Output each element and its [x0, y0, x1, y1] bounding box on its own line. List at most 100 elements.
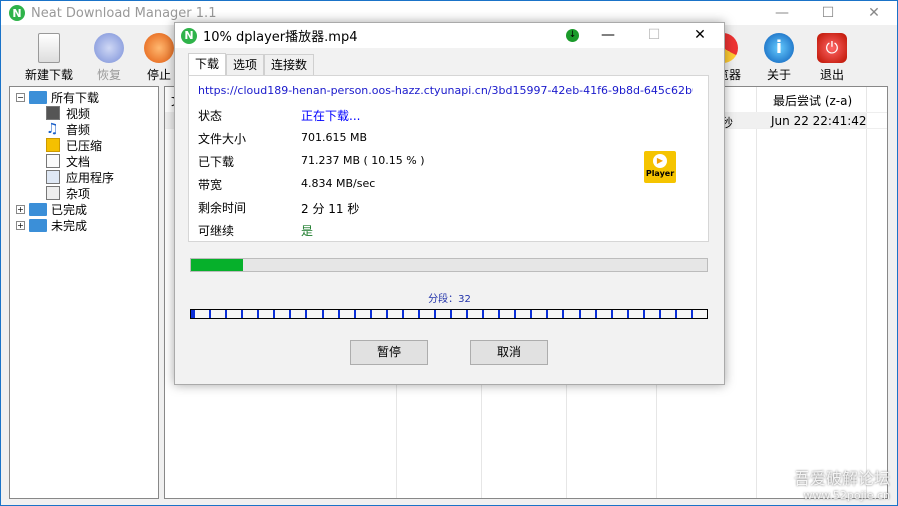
size-label: 文件大小 [198, 132, 247, 146]
resume-button[interactable]: 恢复 [81, 29, 137, 83]
tab-connections[interactable]: 连接数 [264, 54, 315, 76]
tree-all-downloads[interactable]: − 所有下载 [16, 89, 99, 105]
about-button[interactable]: i 关于 [751, 29, 807, 83]
tree-applications[interactable]: 应用程序 [46, 169, 114, 185]
bandwidth-label: 带宽 [198, 178, 223, 192]
watermark: 吾爱破解论坛 www.52pojie.cn [794, 465, 890, 502]
tree-completed[interactable]: + 已完成 [16, 201, 87, 217]
segment [433, 310, 450, 318]
progress-fill [191, 259, 244, 271]
download-progress-dialog: N 10% dplayer播放器.mp4 ↓ — ☐ ✕ 下载 选项 连接数 h… [174, 22, 725, 385]
segment [626, 310, 643, 318]
folder-icon [29, 202, 47, 216]
power-icon: ⏻ [817, 33, 847, 63]
segment [289, 310, 305, 318]
dialog-close-button[interactable]: ✕ [677, 23, 723, 47]
minimize-button[interactable]: — [759, 1, 805, 25]
downloaded-label: 已下载 [198, 155, 235, 169]
dialog-minimize-button[interactable]: — [585, 23, 631, 47]
tree-video[interactable]: 视频 [46, 105, 90, 121]
resumable-label: 可继续 [198, 224, 235, 238]
music-icon: ♫ [46, 121, 59, 137]
misc-icon [46, 186, 60, 200]
segment [257, 310, 273, 318]
cancel-button[interactable]: 取消 [470, 340, 548, 365]
exit-label: 退出 [819, 68, 844, 82]
segment [674, 310, 691, 318]
new-download-button[interactable]: 新建下载 [21, 29, 77, 83]
segment [514, 310, 530, 318]
bandwidth-value: 4.834 MB/sec [301, 177, 376, 190]
tree-audio[interactable]: ♫ 音频 [46, 121, 90, 137]
tree-label: 杂项 [66, 186, 91, 201]
tree-documents[interactable]: 文档 [46, 153, 90, 169]
segment [385, 310, 402, 318]
player-label: Player [645, 169, 675, 178]
segments-label: 分段：32 [428, 294, 471, 305]
category-tree: − 所有下载 视频 ♫ 音频 已压缩 文档 应用程序 杂项 + 已完成 + 未完成 [9, 86, 159, 499]
segment [241, 310, 257, 318]
tree-misc[interactable]: 杂项 [46, 185, 90, 201]
about-label: 关于 [766, 68, 791, 82]
tree-label: 已压缩 [66, 138, 103, 153]
segment [450, 310, 466, 318]
segment [530, 310, 546, 318]
dialog-tabs: 下载 选项 连接数 [188, 53, 315, 76]
segment [417, 310, 434, 318]
expand-icon[interactable]: + [16, 204, 25, 214]
tree-incomplete[interactable]: + 未完成 [16, 217, 87, 233]
segment [191, 310, 209, 318]
segments-bar [190, 309, 708, 319]
player-button[interactable]: ▶ Player [644, 151, 676, 183]
segment [562, 310, 578, 318]
segment [482, 310, 498, 318]
dialog-title-bar: N 10% dplayer播放器.mp4 ↓ — ☐ ✕ [175, 23, 724, 48]
app-title: Neat Download Manager 1.1 [31, 5, 217, 21]
collapse-icon[interactable]: − [16, 92, 25, 102]
download-progress-bar [190, 258, 708, 272]
tab-options[interactable]: 选项 [226, 54, 265, 76]
dialog-title: 10% dplayer播放器.mp4 [203, 30, 358, 45]
segment [594, 310, 611, 318]
resumable-value: 是 [301, 224, 314, 238]
resume-label: 恢复 [96, 68, 121, 82]
segment [401, 310, 418, 318]
tab-download[interactable]: 下载 [188, 53, 227, 76]
tree-compressed[interactable]: 已压缩 [46, 137, 102, 153]
info-icon: i [764, 33, 794, 63]
folder-icon [29, 218, 47, 232]
close-button[interactable]: ✕ [851, 1, 897, 25]
tree-label: 已完成 [51, 202, 88, 217]
status-value: 正在下载... [301, 109, 361, 123]
exit-button[interactable]: ⏻ 退出 [804, 29, 860, 83]
remaining-value: 2 分 11 秒 [301, 202, 360, 216]
application-icon [46, 170, 60, 184]
zip-icon [46, 138, 60, 152]
watermark-title: 吾爱破解论坛 [793, 469, 890, 488]
segment [498, 310, 514, 318]
segment [610, 310, 627, 318]
stop-icon [144, 33, 174, 63]
expand-icon[interactable]: + [16, 220, 25, 230]
document-icon [46, 154, 60, 168]
tree-label: 未完成 [51, 218, 88, 233]
segment [642, 310, 659, 318]
table-cell-last-try: Jun 22 22:41:42 [771, 114, 867, 128]
segment [546, 310, 562, 318]
segment [578, 310, 595, 318]
segment [658, 310, 675, 318]
new-file-icon [38, 33, 60, 63]
maximize-button[interactable]: ☐ [805, 1, 851, 25]
segment [690, 310, 707, 318]
download-arrow-icon[interactable]: ↓ [566, 29, 579, 42]
status-label: 状态 [198, 109, 223, 123]
segment [337, 310, 354, 318]
play-icon: ▶ [653, 154, 667, 168]
stop-label: 停止 [146, 68, 171, 82]
column-header-last-try[interactable]: 最后尝试 (z-a) [773, 92, 852, 109]
play-icon [94, 33, 124, 63]
segment [321, 310, 338, 318]
pause-button[interactable]: 暂停 [350, 340, 428, 365]
remaining-label: 剩余时间 [198, 201, 247, 215]
tree-label: 文档 [66, 154, 91, 169]
